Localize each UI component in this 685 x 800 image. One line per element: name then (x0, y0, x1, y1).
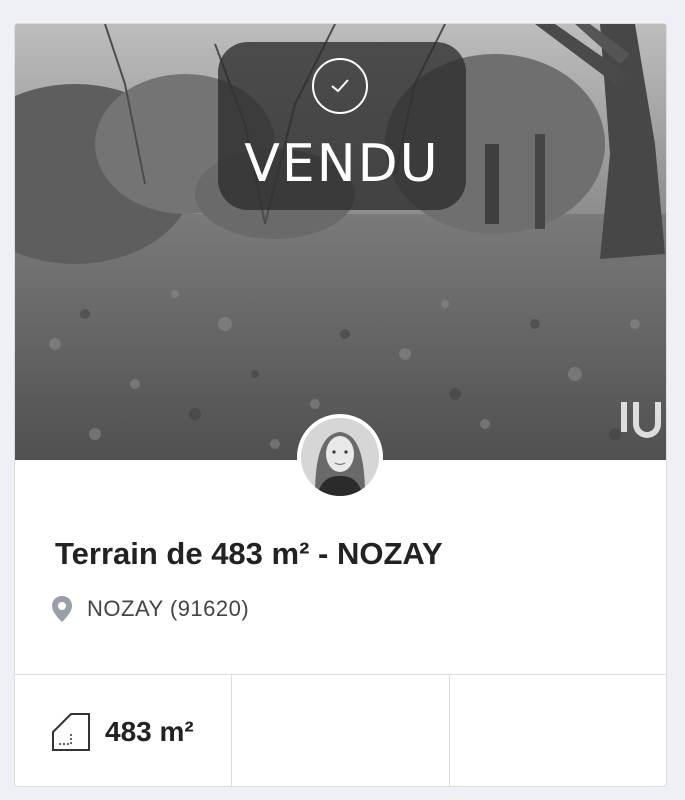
sold-status-label: VENDU (244, 134, 440, 194)
listing-location: NOZAY (91620) (51, 595, 249, 623)
listing-title[interactable]: Terrain de 483 m² - NOZAY (55, 536, 443, 572)
features-bar: 483 m² (15, 674, 666, 786)
sold-badge: VENDU (218, 42, 466, 210)
check-circle-icon (312, 58, 368, 114)
area-value: 483 m² (105, 716, 194, 747)
surface-area-icon (52, 713, 90, 751)
agent-avatar[interactable] (297, 414, 383, 500)
feature-cell-2 (232, 675, 450, 786)
map-pin-icon (52, 596, 72, 622)
feature-cell-area: 483 m² (15, 675, 233, 786)
feature-cell-3 (450, 675, 666, 786)
location-text: NOZAY (91620) (87, 596, 250, 621)
listing-card[interactable]: VENDU Terrain de 483 m² - NOZAY NOZAY (9… (14, 23, 667, 787)
property-photo[interactable]: VENDU (15, 24, 666, 460)
